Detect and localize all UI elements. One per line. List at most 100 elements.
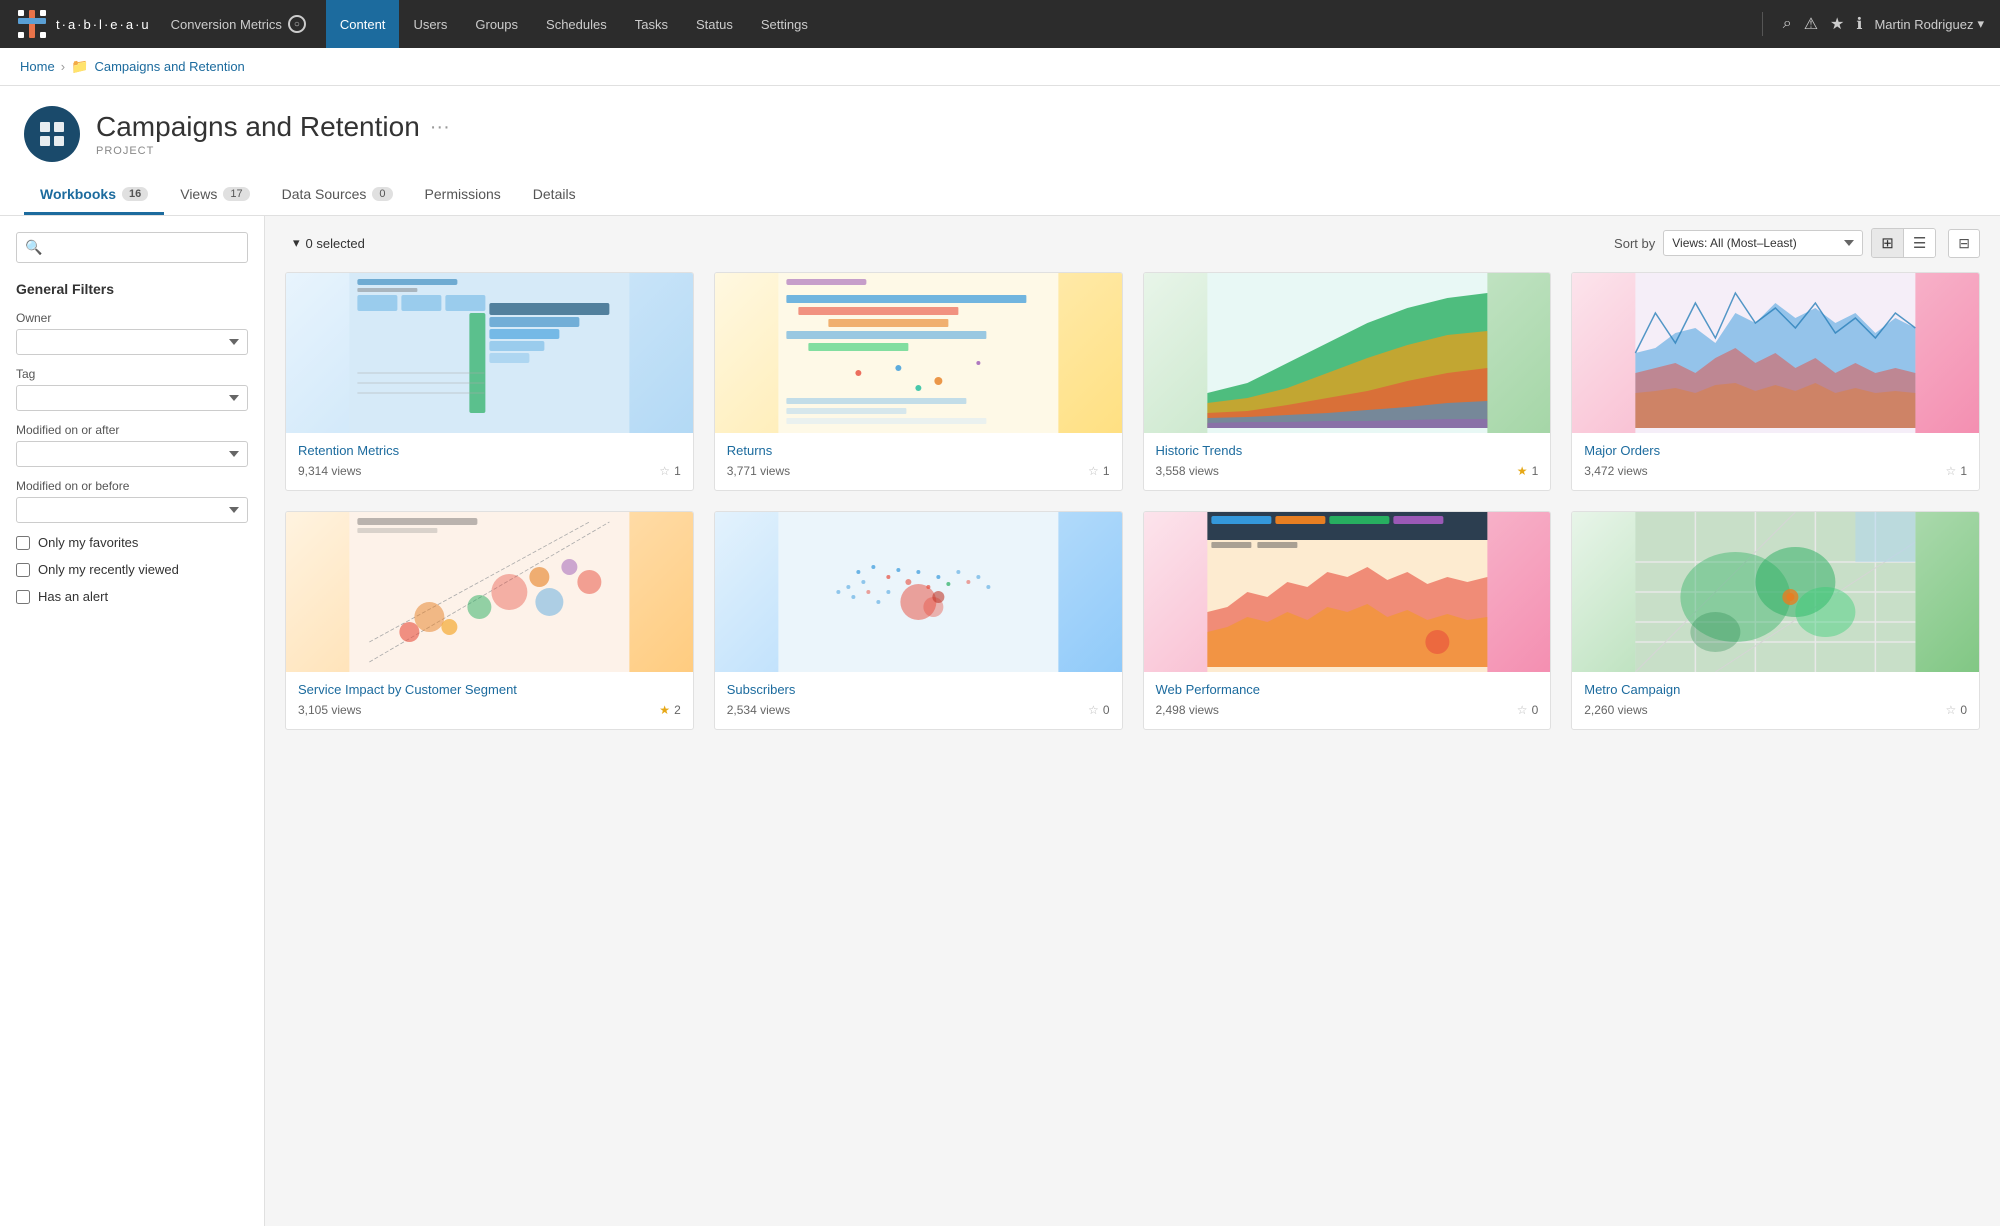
grid-view-button[interactable]: ⊞	[1872, 229, 1904, 257]
modified-after-label: Modified on or after	[16, 423, 248, 437]
project-ellipsis-menu[interactable]: ···	[430, 116, 450, 139]
has-alert-row[interactable]: Has an alert	[16, 589, 248, 604]
nav-workbook-name[interactable]: Conversion Metrics ○	[171, 15, 306, 33]
tab-data-sources-count: 0	[372, 187, 392, 201]
fav-count-major-orders: 1	[1960, 464, 1967, 478]
star-icon-historic-trends: ★	[1517, 464, 1528, 478]
card-title-retention-metrics[interactable]: Retention Metrics	[298, 443, 681, 458]
card-title-metro-campaign[interactable]: Metro Campaign	[1584, 682, 1967, 697]
card-info-major-orders: Major Orders 3,472 views ☆ 1	[1572, 433, 1979, 490]
view-toggle: ⊞ ☰	[1871, 228, 1936, 258]
card-meta-web-performance: 2,498 views ☆ 0	[1156, 703, 1539, 717]
fav-count-metro-campaign: 0	[1960, 703, 1967, 717]
breadcrumb-home[interactable]: Home	[20, 59, 55, 74]
selected-count: 0 selected	[306, 236, 365, 251]
owner-select[interactable]	[16, 329, 248, 355]
nav-link-content[interactable]: Content	[326, 0, 400, 48]
workbook-card-major-orders[interactable]: Major Orders 3,472 views ☆ 1	[1571, 272, 1980, 491]
card-title-major-orders[interactable]: Major Orders	[1584, 443, 1967, 458]
project-title: Campaigns and Retention	[96, 111, 420, 143]
favorites-icon[interactable]: ★	[1830, 14, 1844, 34]
card-title-subscribers[interactable]: Subscribers	[727, 682, 1110, 697]
card-meta-subscribers: 2,534 views ☆ 0	[727, 703, 1110, 717]
user-dropdown-icon: ▾	[1977, 16, 1984, 32]
tab-permissions[interactable]: Permissions	[409, 176, 517, 215]
card-meta-metro-campaign: 2,260 views ☆ 0	[1584, 703, 1967, 717]
nav-link-status[interactable]: Status	[682, 0, 747, 48]
star-icon-major-orders: ☆	[1946, 464, 1957, 478]
card-info-metro-campaign: Metro Campaign 2,260 views ☆ 0	[1572, 672, 1979, 729]
nav-workbook-icon: ○	[288, 15, 306, 33]
user-menu[interactable]: Martin Rodriguez ▾	[1874, 16, 1984, 32]
card-info-historic-trends: Historic Trends 3,558 views ★ 1	[1144, 433, 1551, 490]
card-fav-retention-metrics[interactable]: ☆ 1	[659, 464, 680, 478]
list-view-button[interactable]: ☰	[1904, 229, 1935, 257]
logo-text: t·a·b·l·e·a·u	[56, 17, 151, 32]
card-fav-web-performance[interactable]: ☆ 0	[1517, 703, 1538, 717]
only-favorites-label: Only my favorites	[38, 535, 138, 550]
card-info-web-performance: Web Performance 2,498 views ☆ 0	[1144, 672, 1551, 729]
fav-count-returns: 1	[1103, 464, 1110, 478]
card-title-web-performance[interactable]: Web Performance	[1156, 682, 1539, 697]
workbook-grid: Retention Metrics 9,314 views ☆ 1	[285, 272, 1980, 730]
project-tabs: Workbooks 16 Views 17 Data Sources 0 Per…	[24, 176, 1976, 215]
selected-button[interactable]: ▾ 0 selected	[285, 231, 373, 255]
tab-workbooks[interactable]: Workbooks 16	[24, 176, 164, 215]
filter-options-button[interactable]: ⊟	[1948, 229, 1980, 258]
tab-data-sources-label: Data Sources	[282, 186, 367, 202]
card-fav-returns[interactable]: ☆ 1	[1088, 464, 1109, 478]
info-icon[interactable]: ℹ	[1856, 14, 1862, 34]
tab-views-count: 17	[223, 187, 249, 201]
modified-after-select[interactable]	[16, 441, 248, 467]
only-favorites-checkbox[interactable]	[16, 536, 30, 550]
logo[interactable]: t·a·b·l·e·a·u	[16, 8, 151, 40]
modified-before-select[interactable]	[16, 497, 248, 523]
nav-link-tasks[interactable]: Tasks	[621, 0, 682, 48]
nav-right: ⌕ ⚠ ★ ℹ Martin Rodriguez ▾	[1754, 12, 1984, 36]
workbook-card-subscribers[interactable]: Subscribers 2,534 views ☆ 0	[714, 511, 1123, 730]
tag-select[interactable]	[16, 385, 248, 411]
workbook-card-retention-metrics[interactable]: Retention Metrics 9,314 views ☆ 1	[285, 272, 694, 491]
nav-workbook-label: Conversion Metrics	[171, 17, 282, 32]
tab-workbooks-count: 16	[122, 187, 148, 201]
workbook-card-web-performance[interactable]: Web Performance 2,498 views ☆ 0	[1143, 511, 1552, 730]
card-fav-service-impact[interactable]: ★ 2	[659, 703, 680, 717]
card-title-service-impact[interactable]: Service Impact by Customer Segment	[298, 682, 681, 697]
card-views-major-orders: 3,472 views	[1584, 464, 1647, 478]
nav-link-settings[interactable]: Settings	[747, 0, 822, 48]
only-recently-viewed-row[interactable]: Only my recently viewed	[16, 562, 248, 577]
has-alert-checkbox[interactable]	[16, 590, 30, 604]
fav-count-service-impact: 2	[674, 703, 681, 717]
tab-details[interactable]: Details	[517, 176, 592, 215]
card-title-returns[interactable]: Returns	[727, 443, 1110, 458]
card-fav-metro-campaign[interactable]: ☆ 0	[1946, 703, 1967, 717]
search-box[interactable]: 🔍	[16, 232, 248, 263]
card-thumbnail-major-orders	[1572, 273, 1979, 433]
nav-link-users[interactable]: Users	[399, 0, 461, 48]
workbook-card-metro-campaign[interactable]: Metro Campaign 2,260 views ☆ 0	[1571, 511, 1980, 730]
workbook-card-service-impact[interactable]: Service Impact by Customer Segment 3,105…	[285, 511, 694, 730]
sort-select[interactable]: Views: All (Most–Least) Views: All (Leas…	[1663, 230, 1863, 256]
search-input[interactable]	[48, 240, 239, 255]
nav-link-schedules[interactable]: Schedules	[532, 0, 621, 48]
nav-link-groups[interactable]: Groups	[461, 0, 532, 48]
sort-label: Sort by	[1614, 236, 1655, 251]
card-fav-historic-trends[interactable]: ★ 1	[1517, 464, 1538, 478]
tab-views[interactable]: Views 17	[164, 176, 265, 215]
card-fav-major-orders[interactable]: ☆ 1	[1946, 464, 1967, 478]
main-content: ▾ 0 selected Sort by Views: All (Most–Le…	[265, 216, 2000, 1226]
card-meta-historic-trends: 3,558 views ★ 1	[1156, 464, 1539, 478]
card-title-historic-trends[interactable]: Historic Trends	[1156, 443, 1539, 458]
workbook-card-returns[interactable]: Returns 3,771 views ☆ 1	[714, 272, 1123, 491]
tab-workbooks-label: Workbooks	[40, 186, 116, 202]
tab-data-sources[interactable]: Data Sources 0	[266, 176, 409, 215]
breadcrumb-project[interactable]: Campaigns and Retention	[94, 59, 244, 74]
only-favorites-row[interactable]: Only my favorites	[16, 535, 248, 550]
project-avatar	[24, 106, 80, 162]
only-recently-viewed-checkbox[interactable]	[16, 563, 30, 577]
alert-icon[interactable]: ⚠	[1804, 14, 1818, 34]
search-icon[interactable]: ⌕	[1783, 15, 1792, 33]
workbook-card-historic-trends[interactable]: Historic Trends 3,558 views ★ 1	[1143, 272, 1552, 491]
card-fav-subscribers[interactable]: ☆ 0	[1088, 703, 1109, 717]
top-nav: t·a·b·l·e·a·u Conversion Metrics ○ Conte…	[0, 0, 2000, 48]
